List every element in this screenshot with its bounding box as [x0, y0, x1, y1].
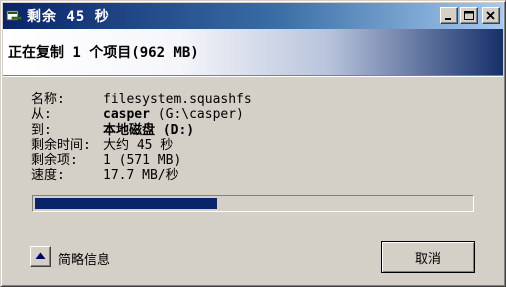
items-left-label: 剩余项:: [31, 153, 78, 169]
maximize-icon: [464, 10, 474, 21]
time-left-value: 大约 45 秒: [103, 137, 174, 153]
name-label: 名称:: [31, 92, 65, 107]
close-icon: [486, 10, 496, 21]
copy-progress-bar: [32, 195, 474, 212]
time-left-label: 剩余时间:: [31, 137, 91, 153]
title-buttons: [440, 7, 500, 24]
minimize-button[interactable]: [440, 7, 458, 24]
window-title: 剩余 45 秒: [27, 9, 110, 25]
progress-fill: [35, 198, 217, 209]
from-folder[interactable]: casper: [103, 107, 150, 122]
title-bar[interactable]: 剩余 45 秒: [3, 3, 503, 29]
from-path: (G:\casper): [149, 107, 244, 123]
copy-details: 名称: filesystem.squashfs 从: casper (G:\ca…: [31, 92, 252, 184]
detail-row-to: 到: 本地磁盘 (D:): [31, 123, 252, 138]
speed-value: 17.7 MB/秒: [103, 168, 179, 184]
cancel-button[interactable]: 取消: [381, 241, 475, 273]
to-value[interactable]: 本地磁盘 (D:): [103, 123, 194, 138]
triangle-up-icon: [35, 249, 46, 264]
minimize-icon: [444, 11, 454, 21]
speed-label: 速度:: [31, 168, 65, 184]
details-toggle-button[interactable]: [30, 246, 51, 267]
from-value: casper (G:\casper): [103, 107, 244, 122]
progress-track: [34, 197, 472, 210]
detail-row-name: 名称: filesystem.squashfs: [31, 92, 252, 107]
header-divider: [3, 76, 503, 77]
detail-row-time: 剩余时间: 大约 45 秒: [31, 138, 252, 153]
copy-status-text: 正在复制 1 个项目(962 MB): [8, 45, 199, 61]
close-button[interactable]: [482, 7, 500, 24]
maximize-button[interactable]: [460, 7, 478, 24]
to-label: 到:: [31, 122, 52, 138]
detail-row-items: 剩余项: 1 (571 MB): [31, 153, 252, 168]
copy-progress-dialog: 剩余 45 秒 正在复制 1 个项目(962 MB) 名称: filesyste…: [0, 0, 506, 287]
name-value: filesystem.squashfs: [103, 92, 252, 107]
detail-row-from: 从: casper (G:\casper): [31, 107, 252, 122]
file-copy-icon: [6, 8, 22, 24]
detail-row-speed: 速度: 17.7 MB/秒: [31, 168, 252, 183]
details-toggle-label[interactable]: 简略信息: [58, 249, 110, 268]
from-label: 从:: [31, 107, 52, 123]
items-left-value: 1 (571 MB): [103, 153, 182, 169]
status-header: 正在复制 1 个项目(962 MB): [3, 29, 503, 76]
